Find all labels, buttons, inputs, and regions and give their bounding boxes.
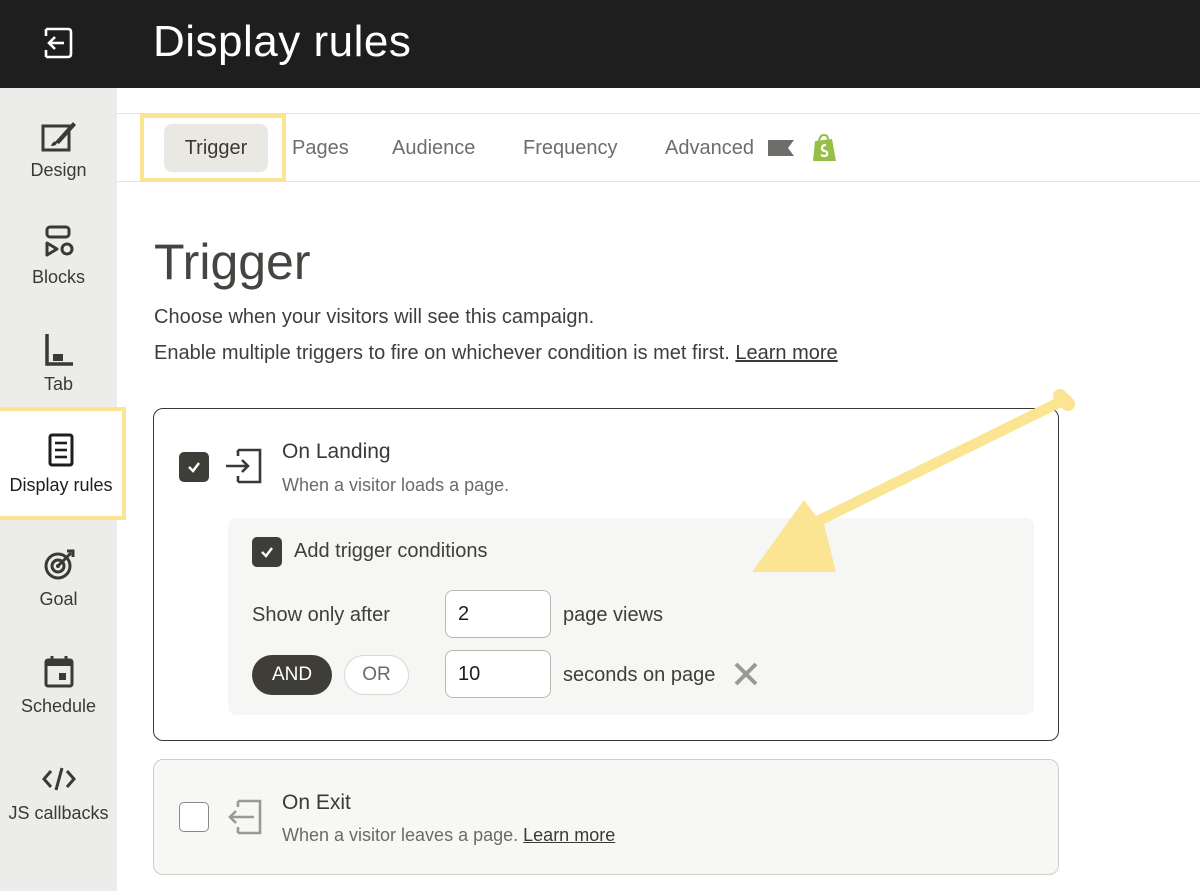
description-line-1: Choose when your visitors will see this … [154, 306, 595, 328]
enter-icon [226, 448, 262, 484]
sidebar-item-label: JS callbacks [8, 803, 109, 823]
tab-trigger[interactable]: Trigger [164, 124, 268, 172]
calendar-icon [44, 656, 73, 688]
tab-bar: Trigger Pages Audience Frequency Advance… [117, 113, 1200, 182]
sidebar-item-goal[interactable]: Goal [0, 525, 117, 625]
sidebar-item-schedule[interactable]: Schedule [0, 632, 117, 732]
on-exit-learn-more-link[interactable]: Learn more [523, 825, 615, 845]
on-exit-subtitle: When a visitor leaves a page. [282, 825, 519, 845]
tab-pages[interactable]: Pages [292, 114, 349, 182]
or-toggle-button[interactable]: OR [344, 655, 409, 695]
on-exit-subtitle-row: When a visitor leaves a page. Learn more [282, 825, 615, 846]
check-icon [188, 462, 200, 473]
learn-more-link[interactable]: Learn more [735, 342, 837, 364]
sidebar-item-label: Blocks [31, 267, 85, 287]
page-views-input[interactable] [445, 590, 551, 638]
trigger-conditions-panel: Add trigger conditions Show only after p… [228, 518, 1034, 715]
page-views-label: page views [563, 604, 664, 626]
exit-button[interactable] [36, 22, 78, 64]
tab-icon [44, 334, 73, 366]
on-landing-title: On Landing [282, 440, 391, 463]
on-exit-checkbox[interactable] [179, 802, 209, 832]
sidebar-item-label: Tab [43, 374, 74, 394]
sidebar-item-blocks[interactable]: Blocks [0, 203, 117, 303]
tab-highlight: Trigger [140, 114, 286, 182]
tab-audience[interactable]: Audience [392, 114, 475, 182]
document-list-icon [48, 433, 74, 467]
code-icon [41, 767, 76, 791]
remove-condition-close-icon[interactable] [733, 661, 759, 687]
and-toggle-button[interactable]: AND [252, 655, 332, 695]
sidebar-item-design[interactable]: Design [0, 96, 117, 196]
shopify-bag-icon [812, 133, 836, 161]
sidebar-item-tab[interactable]: Tab [0, 310, 117, 410]
add-trigger-conditions-label: Add trigger conditions [294, 540, 488, 562]
show-only-after-label: Show only after [252, 604, 390, 626]
tab-advanced-label: Advanced [665, 136, 754, 159]
section-title: Trigger [154, 234, 311, 290]
top-header: Display rules [0, 0, 1200, 88]
target-icon [44, 549, 74, 580]
seconds-on-page-label: seconds on page [563, 664, 716, 686]
seconds-input[interactable] [445, 650, 551, 698]
on-landing-subtitle: When a visitor loads a page. [282, 475, 510, 495]
page-title: Display rules [153, 17, 412, 66]
exit-icon [44, 27, 73, 59]
description-line-2: Enable multiple triggers to fire on whic… [154, 342, 838, 365]
sidebar-item-label: Schedule [20, 696, 97, 716]
tab-frequency[interactable]: Frequency [523, 114, 618, 182]
sidebar-item-label: Goal [39, 589, 78, 609]
blocks-icon [45, 225, 73, 257]
leave-icon [228, 799, 262, 835]
trigger-card-on-landing: On Landing When a visitor loads a page. … [153, 408, 1059, 741]
sidebar-item-display-rules[interactable]: Display rules [0, 407, 126, 520]
on-landing-checkbox[interactable] [179, 452, 209, 482]
design-brush-icon [41, 122, 76, 152]
check-icon [261, 547, 273, 558]
add-trigger-conditions-checkbox[interactable] [252, 537, 282, 567]
sidebar-item-label: Display rules [9, 475, 113, 495]
flag-icon [767, 140, 794, 156]
sidebar: Design Blocks Tab Display rules Goal Sch… [0, 88, 126, 891]
description-text: Enable multiple triggers to fire on whic… [154, 342, 730, 364]
tab-advanced[interactable]: Advanced [665, 114, 838, 182]
sidebar-item-label: Design [30, 160, 87, 180]
on-exit-title: On Exit [282, 791, 351, 814]
trigger-card-on-exit: On Exit When a visitor leaves a page. Le… [153, 759, 1059, 875]
sidebar-item-js-callbacks[interactable]: JS callbacks [0, 739, 117, 839]
